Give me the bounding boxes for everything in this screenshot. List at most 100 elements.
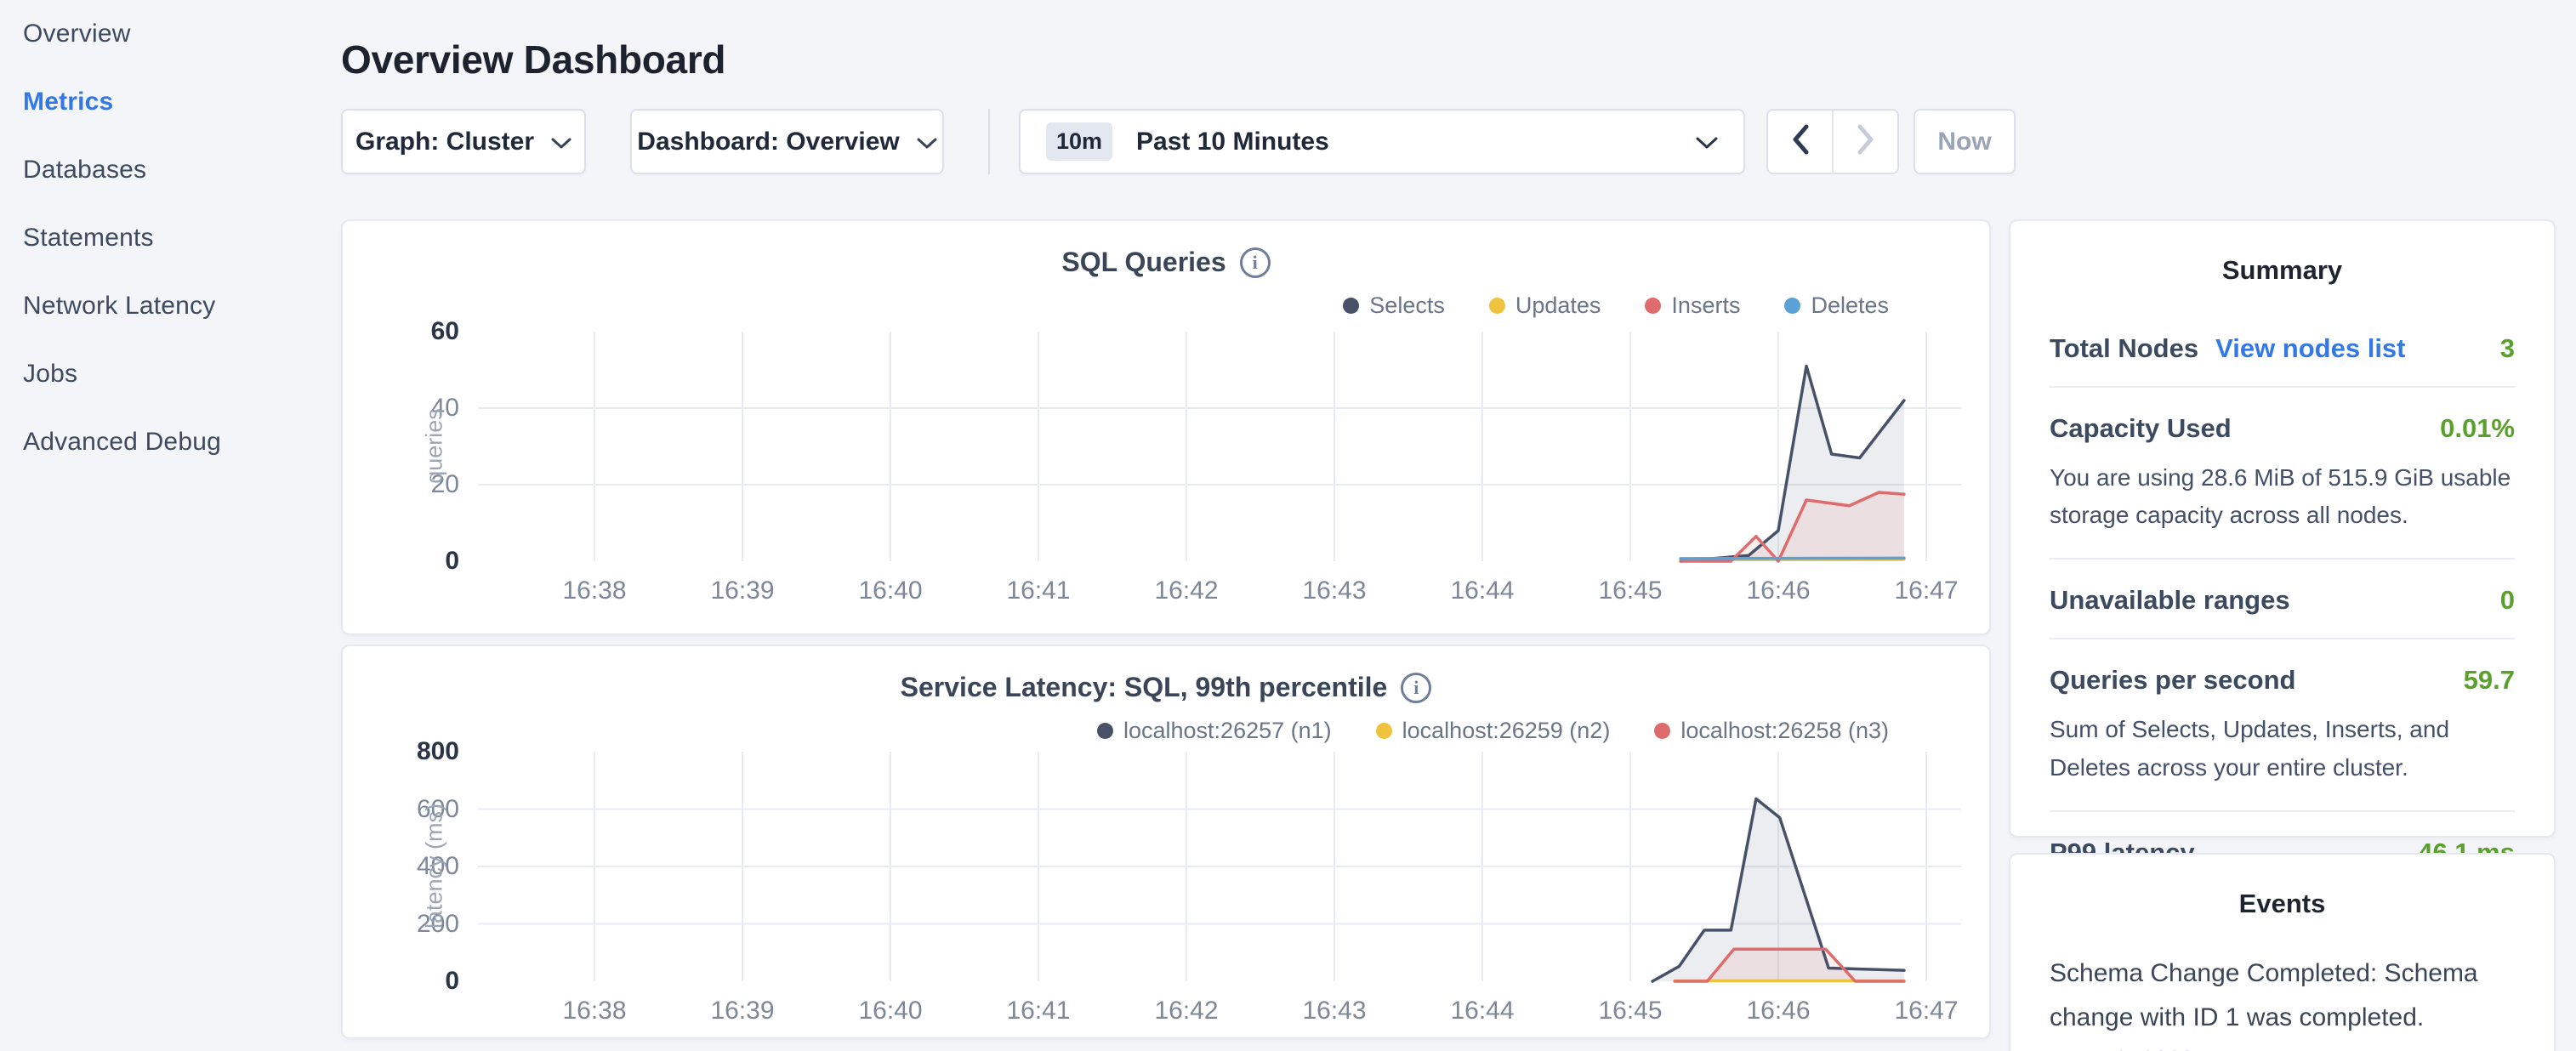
legend-item[interactable]: localhost:26257 (n1) <box>1097 718 1332 744</box>
summary-row-total-nodes: Total Nodes View nodes list 3 <box>2050 308 2515 386</box>
legend-item[interactable]: Updates <box>1489 293 1601 319</box>
info-icon[interactable]: i <box>1240 247 1271 278</box>
summary-row-capacity-used: Capacity Used 0.01% <box>2050 388 2515 466</box>
dashboard-dropdown[interactable]: Dashboard: Overview <box>630 109 944 174</box>
x-axis-tick-label: 16:41 <box>979 997 1098 1025</box>
events-title: Events <box>2010 889 2554 919</box>
chevron-left-icon <box>1791 124 1810 159</box>
chevron-down-icon <box>1696 128 1718 156</box>
time-step-back-button[interactable] <box>1768 111 1832 173</box>
summary-row-label: Total Nodes <box>2050 333 2198 364</box>
now-button[interactable]: Now <box>1914 109 2016 174</box>
legend-item[interactable]: Inserts <box>1645 293 1740 319</box>
controls-divider <box>988 109 990 174</box>
x-axis-tick-label: 16:46 <box>1719 997 1838 1025</box>
graph-scope-dropdown-label: Graph: Cluster <box>355 128 534 156</box>
sidebar-item-jobs[interactable]: Jobs <box>0 340 341 408</box>
legend-dot <box>1654 723 1670 739</box>
legend-label: localhost:26258 (n3) <box>1680 718 1889 744</box>
sidebar-item-databases[interactable]: Databases <box>0 136 341 204</box>
legend-item[interactable]: localhost:26259 (n2) <box>1376 718 1611 744</box>
x-axis-tick-label: 16:40 <box>831 577 950 605</box>
legend-label: Updates <box>1515 293 1601 319</box>
x-axis-tick-label: 16:44 <box>1423 577 1542 605</box>
y-axis-tick-label: 60 <box>343 317 459 346</box>
summary-row-description: Sum of Selects, Updates, Inserts, and De… <box>2050 711 2515 810</box>
summary-row-value: 0.01% <box>2440 413 2515 444</box>
chart-legend: Selects Updates Inserts Deletes <box>1343 293 1889 319</box>
service-latency-chart-card: Service Latency: SQL, 99th percentile i … <box>341 645 1991 1039</box>
time-range-badge: 10m <box>1046 122 1112 161</box>
legend-dot <box>1784 298 1800 314</box>
x-axis-tick-label: 16:39 <box>683 997 802 1025</box>
chart-legend: localhost:26257 (n1) localhost:26259 (n2)… <box>1097 718 1889 744</box>
x-axis-tick-label: 16:43 <box>1275 997 1394 1025</box>
sidebar-item-advanced-debug[interactable]: Advanced Debug <box>0 408 341 476</box>
chart-title: SQL Queries <box>1061 247 1225 278</box>
legend-label: localhost:26259 (n2) <box>1402 718 1611 744</box>
summary-row-queries-per-second: Queries per second 59.7 <box>2050 639 2515 718</box>
sidebar: Overview Metrics Databases Statements Ne… <box>0 0 341 1051</box>
sql-queries-chart-card: SQL Queries i Selects Updates Inserts Delet… <box>341 219 1991 635</box>
chevron-right-icon <box>1857 124 1875 159</box>
legend-label: Inserts <box>1671 293 1740 319</box>
legend-item[interactable]: Deletes <box>1784 293 1889 319</box>
event-item-timestamp: May 13, 2020 at 4:45 PM <box>2050 1046 2515 1051</box>
time-range-selector[interactable]: 10m Past 10 Minutes <box>1019 109 1745 174</box>
sidebar-item-statements[interactable]: Statements <box>0 204 341 272</box>
view-nodes-list-link[interactable]: View nodes list <box>2215 333 2405 364</box>
x-axis-tick-label: 16:41 <box>979 577 1098 605</box>
legend-dot <box>1343 298 1359 314</box>
event-item-text: Schema Change Completed: Schema change w… <box>2050 952 2515 1039</box>
legend-item[interactable]: localhost:26258 (n3) <box>1654 718 1889 744</box>
x-axis-tick-label: 16:39 <box>683 577 802 605</box>
time-range-label: Past 10 Minutes <box>1136 128 1329 156</box>
summary-row-value: 59.7 <box>2464 665 2515 696</box>
graph-scope-dropdown[interactable]: Graph: Cluster <box>341 109 586 174</box>
x-axis-tick-label: 16:44 <box>1423 997 1542 1025</box>
legend-label: localhost:26257 (n1) <box>1123 718 1332 744</box>
summary-row-label: Capacity Used <box>2050 413 2232 444</box>
chevron-down-icon <box>917 128 937 156</box>
dashboard-dropdown-label: Dashboard: Overview <box>637 128 899 156</box>
time-step-forward-button[interactable] <box>1832 111 1897 173</box>
summary-title: Summary <box>2010 255 2554 286</box>
legend-item[interactable]: Selects <box>1343 293 1445 319</box>
x-axis-tick-label: 16:40 <box>831 997 950 1025</box>
x-axis-tick-label: 16:46 <box>1719 577 1838 605</box>
y-axis-tick-label: 0 <box>343 547 459 576</box>
summary-row-description: You are using 28.6 MiB of 515.9 GiB usab… <box>2050 459 2515 558</box>
summary-row-value: 0 <box>2500 585 2515 616</box>
x-axis-tick-label: 16:38 <box>535 577 654 605</box>
sidebar-item-metrics[interactable]: Metrics <box>0 68 341 136</box>
x-axis-tick-label: 16:45 <box>1571 997 1690 1025</box>
chevron-down-icon <box>551 128 571 156</box>
legend-dot <box>1097 723 1113 739</box>
y-axis-unit-label: latency (ms) <box>422 781 448 952</box>
overview-dashboard-page: Overview Metrics Databases Statements Ne… <box>0 0 2576 1051</box>
y-axis-unit-label: queries <box>422 361 448 531</box>
summary-row-label: Unavailable ranges <box>2050 585 2290 616</box>
page-title: Overview Dashboard <box>341 37 725 82</box>
summary-row-label: Queries per second <box>2050 665 2295 696</box>
chart-title: Service Latency: SQL, 99th percentile <box>901 672 1388 703</box>
legend-label: Selects <box>1369 293 1445 319</box>
info-icon[interactable]: i <box>1401 673 1431 703</box>
time-step-button-group <box>1766 109 1899 174</box>
summary-row-value: 3 <box>2500 333 2515 364</box>
x-axis-tick-label: 16:43 <box>1275 577 1394 605</box>
summary-panel: Summary Total Nodes View nodes list 3 Ca… <box>2009 219 2556 838</box>
sidebar-item-network-latency[interactable]: Network Latency <box>0 272 341 340</box>
legend-dot <box>1489 298 1505 314</box>
x-axis-tick-label: 16:42 <box>1127 577 1246 605</box>
chart-plot: 6040200queries16:3816:3916:4016:4116:421… <box>343 332 1989 621</box>
chart-plot: 8006004002000latency (ms)16:3816:3916:40… <box>343 752 1989 1041</box>
legend-dot <box>1376 723 1392 739</box>
x-axis-tick-label: 16:42 <box>1127 997 1246 1025</box>
summary-row-unavailable-ranges: Unavailable ranges 0 <box>2050 560 2515 638</box>
main-content: Overview Dashboard Graph: Cluster Dashbo… <box>341 0 1991 1051</box>
x-axis-tick-label: 16:45 <box>1571 577 1690 605</box>
y-axis-tick-label: 0 <box>343 967 459 996</box>
legend-dot <box>1645 298 1661 314</box>
sidebar-item-overview[interactable]: Overview <box>0 0 341 68</box>
